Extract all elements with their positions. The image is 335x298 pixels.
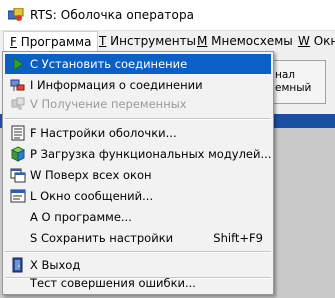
menu-item-label: I Информация о соединении xyxy=(30,78,203,92)
menu-item-connection-info[interactable]: I Информация о соединении xyxy=(5,75,271,95)
background-button-line1: нал xyxy=(275,69,296,81)
module-cube-icon xyxy=(10,146,26,162)
variables-icon xyxy=(11,97,25,110)
menu-separator xyxy=(5,118,271,120)
menu-bar: F Программа T Инструменты M Мнемосхемы W… xyxy=(0,31,335,53)
menu-windows[interactable]: W Окн xyxy=(292,31,335,52)
menu-mnemonic[interactable]: M Мнемосхемы xyxy=(191,31,299,52)
menu-item-label: V Получение переменных xyxy=(30,97,187,111)
background-button[interactable]: нал емный xyxy=(268,60,326,104)
menu-item-label: P Загрузка функциональных модулей... xyxy=(30,147,272,161)
window-title: RTS: Оболочка оператора xyxy=(30,8,195,22)
menu-item-shell-settings[interactable]: F Настройки оболочки... xyxy=(5,123,271,143)
exit-door-icon xyxy=(12,257,23,273)
menu-item-label: L Окно сообщений... xyxy=(30,189,154,203)
app-logo-icon xyxy=(8,8,24,21)
connection-info-icon xyxy=(10,79,25,91)
menu-item-exit[interactable]: X Выход xyxy=(5,255,271,275)
settings-list-icon xyxy=(11,125,25,141)
menu-item-label: A О программе... xyxy=(30,210,132,224)
background-button-line2: емный xyxy=(275,82,312,94)
menu-item-shortcut: Shift+F9 xyxy=(213,231,263,245)
menu-item-error-test[interactable]: Тест совершения ошибки... xyxy=(5,273,271,293)
menu-item-label: Тест совершения ошибки... xyxy=(30,276,196,290)
menu-item-label: X Выход xyxy=(30,258,81,272)
menu-item-label: F Настройки оболочки... xyxy=(30,126,177,140)
windows-stack-icon xyxy=(10,168,26,183)
menu-item-get-variables: V Получение переменных xyxy=(5,94,271,114)
menu-item-about[interactable]: A О программе... xyxy=(5,207,271,227)
menu-separator xyxy=(5,251,271,253)
menu-item-label: W Поверх всех окон xyxy=(30,168,152,182)
program-dropdown-menu: C Установить соединение I Информация о с… xyxy=(2,51,274,295)
menu-item-connect[interactable]: C Установить соединение xyxy=(5,54,271,74)
play-arrow-icon xyxy=(13,57,24,71)
menu-item-load-modules[interactable]: P Загрузка функциональных модулей... xyxy=(5,144,271,164)
menu-tools[interactable]: T Инструменты xyxy=(93,31,202,52)
menu-item-label: S Сохранить настройки xyxy=(30,231,174,245)
menu-program[interactable]: F Программа xyxy=(3,31,99,52)
menu-item-message-window[interactable]: L Окно сообщений... xyxy=(5,186,271,206)
menu-item-save-settings[interactable]: S Сохранить настройки Shift+F9 xyxy=(5,228,271,248)
menu-item-label: C Установить соединение xyxy=(30,57,188,71)
message-window-icon xyxy=(10,189,26,203)
menu-item-always-on-top[interactable]: W Поверх всех окон xyxy=(5,165,271,185)
title-bar: RTS: Оболочка оператора xyxy=(0,0,335,31)
